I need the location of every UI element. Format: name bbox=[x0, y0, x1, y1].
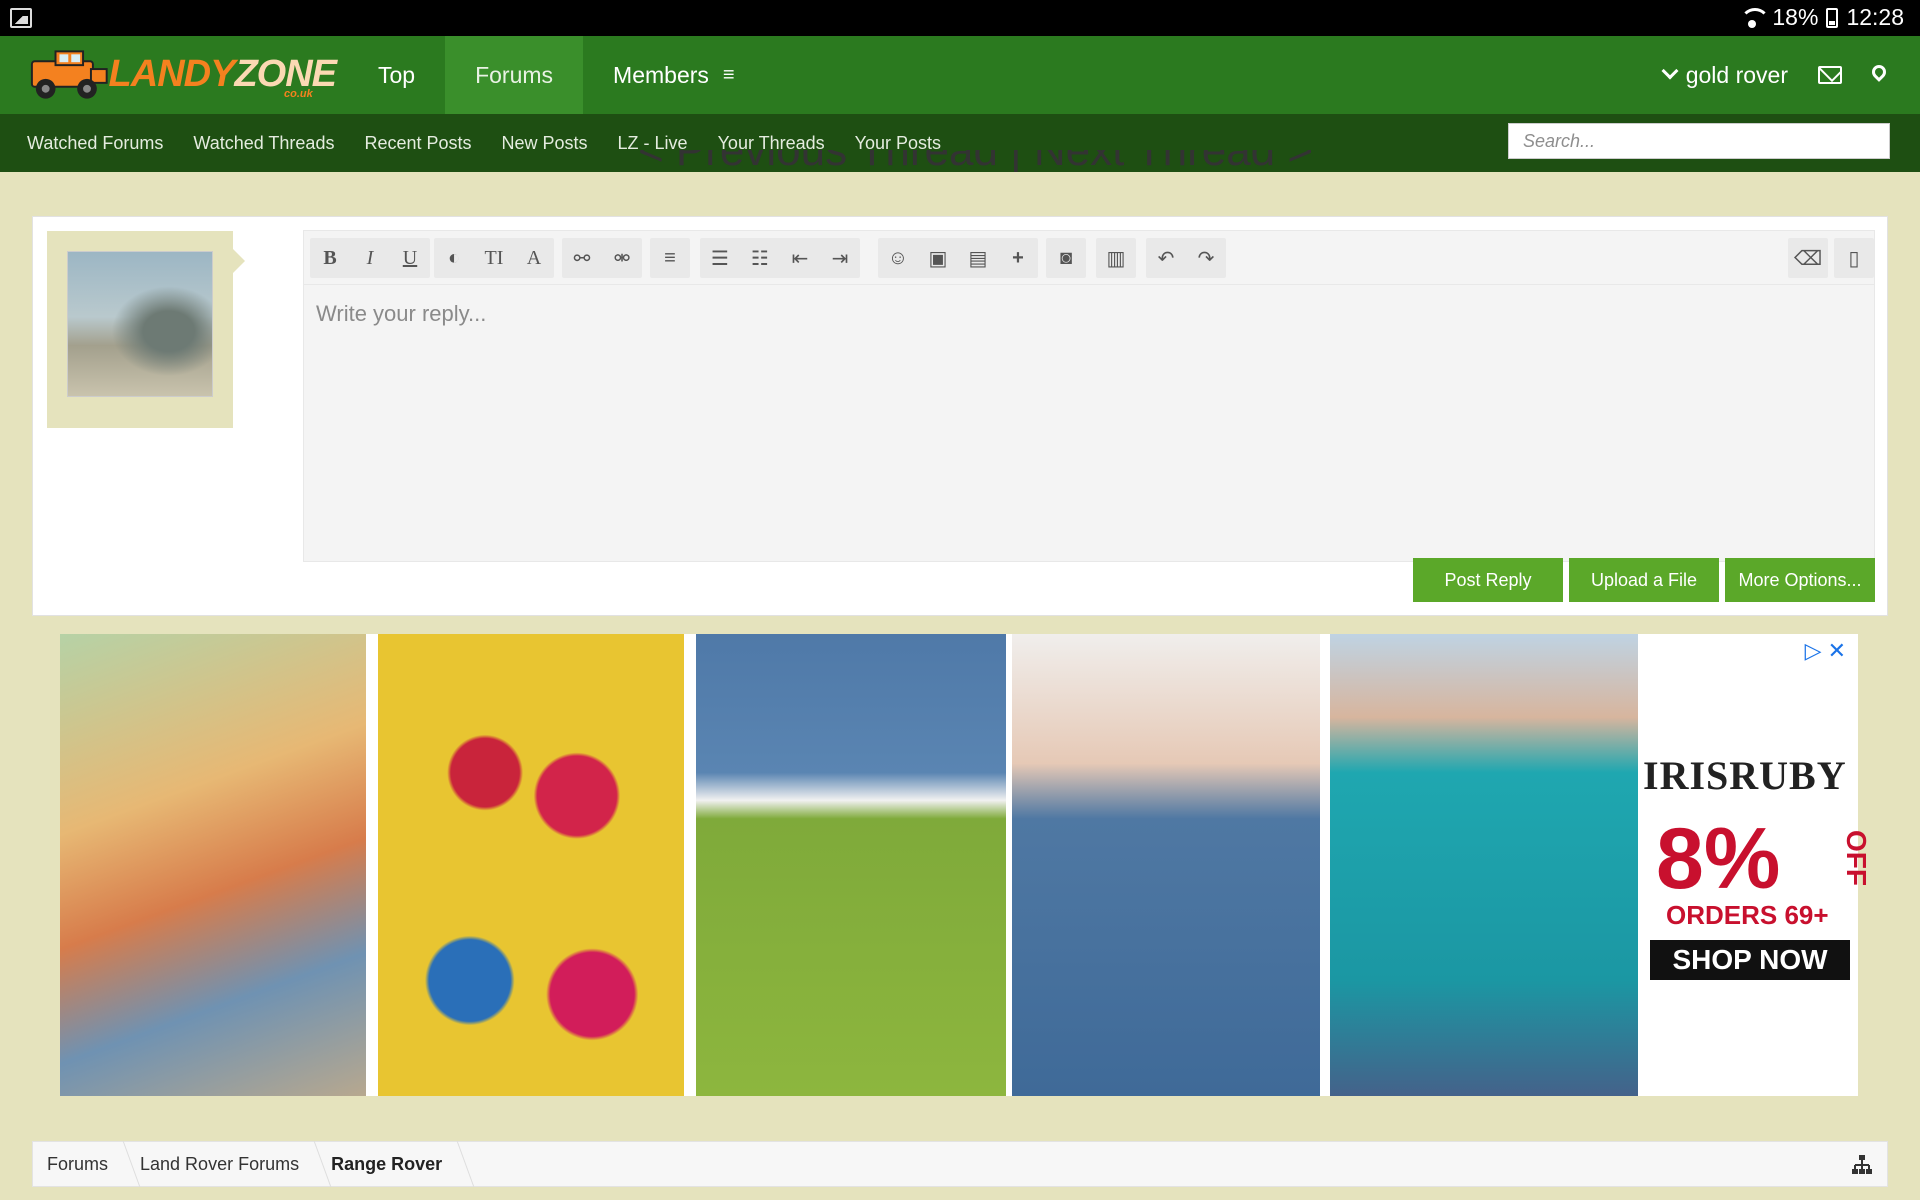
logo-domain: co.uk bbox=[284, 88, 313, 100]
outdent-icon[interactable]: ⇤ bbox=[780, 238, 820, 278]
insert-icon[interactable]: + bbox=[998, 238, 1038, 278]
upload-file-button[interactable]: Upload a File bbox=[1569, 558, 1719, 602]
user-area: gold rover bbox=[1661, 36, 1889, 114]
toolbar-group-history: ↶ ↷ bbox=[1146, 238, 1226, 278]
editor-toolbar: B I U ◐ TI A ⚯ ⚮ ≡ ☰ ☷ ⇤ ⇥ ☺ ▣ ▤ + ◙ ▥ ↶… bbox=[304, 231, 1874, 285]
ad-condition: ORDERS 69+ bbox=[1666, 900, 1829, 930]
bold-icon[interactable]: B bbox=[310, 238, 350, 278]
ad-off-label: OFF bbox=[1841, 830, 1872, 886]
site-logo[interactable]: LANDYZONE co.uk bbox=[26, 38, 337, 110]
indent-icon[interactable]: ⇥ bbox=[820, 238, 860, 278]
breadcrumb-forums[interactable]: Forums bbox=[33, 1141, 126, 1187]
tab-top[interactable]: Top bbox=[348, 36, 445, 114]
more-options-button[interactable]: More Options... bbox=[1725, 558, 1875, 602]
toolbar-group-insert: ☺ ▣ ▤ + bbox=[878, 238, 1038, 278]
reply-editor: B I U ◐ TI A ⚯ ⚮ ≡ ☰ ☷ ⇤ ⇥ ☺ ▣ ▤ + ◙ ▥ ↶… bbox=[303, 230, 1875, 562]
ad-product-gloves[interactable] bbox=[1012, 634, 1320, 1096]
breadcrumb-land-rover-forums[interactable]: Land Rover Forums bbox=[126, 1141, 317, 1187]
close-ad-icon[interactable]: ✕ bbox=[1828, 638, 1846, 664]
tab-members[interactable]: Members ≡ bbox=[583, 36, 765, 114]
toolbar-group-photo: ◙ bbox=[1046, 238, 1086, 278]
save-draft-icon[interactable]: ▥ bbox=[1096, 238, 1136, 278]
ad-discount: 8% bbox=[1656, 811, 1781, 907]
remove-format-icon[interactable]: ⌫ bbox=[1788, 238, 1828, 278]
tab-forums[interactable]: Forums bbox=[445, 36, 584, 114]
breadcrumb-range-rover[interactable]: Range Rover bbox=[317, 1141, 460, 1187]
account-menu[interactable]: gold rover bbox=[1661, 61, 1788, 89]
wifi-icon bbox=[1740, 7, 1771, 28]
toolbar-group-font: ◐ TI A bbox=[434, 238, 554, 278]
reply-textarea[interactable]: Write your reply... bbox=[316, 301, 486, 327]
undo-icon[interactable]: ↶ bbox=[1146, 238, 1186, 278]
ad-product-sweater-painted[interactable] bbox=[60, 634, 366, 1096]
avatar[interactable] bbox=[67, 251, 213, 397]
toolbar-group-link: ⚯ ⚮ bbox=[562, 238, 642, 278]
toolbar-group-format: ⌫ bbox=[1788, 238, 1828, 278]
smilie-icon[interactable]: ☺ bbox=[878, 238, 918, 278]
source-icon[interactable]: ▯ bbox=[1834, 238, 1874, 278]
font-family-icon[interactable]: A bbox=[514, 238, 554, 278]
redo-icon[interactable]: ↷ bbox=[1186, 238, 1226, 278]
post-reply-button[interactable]: Post Reply bbox=[1413, 558, 1563, 602]
site-header: LANDYZONE co.uk Top Forums Members ≡ gol… bbox=[0, 36, 1920, 114]
thread-navigation: < Previous Thread | Next Thread > bbox=[0, 150, 1920, 172]
advertisement[interactable]: ▷ ✕ IRISRUBY 8% OFF ORDERS 69+ SHOP NOW bbox=[60, 634, 1872, 1096]
breadcrumb: Forums Land Rover Forums Range Rover bbox=[32, 1141, 1888, 1187]
sitemap-icon[interactable] bbox=[1851, 1154, 1873, 1176]
location-pin-icon[interactable] bbox=[1869, 62, 1889, 82]
photo-icon[interactable]: ◙ bbox=[1046, 238, 1086, 278]
status-bar: 18% 12:28 bbox=[0, 0, 1920, 36]
chevron-down-icon bbox=[1661, 62, 1679, 80]
align-icon[interactable]: ≡ bbox=[650, 238, 690, 278]
avatar-frame bbox=[47, 231, 245, 428]
quick-reply-panel: B I U ◐ TI A ⚯ ⚮ ≡ ☰ ☷ ⇤ ⇥ ☺ ▣ ▤ + ◙ ▥ ↶… bbox=[32, 216, 1888, 616]
ad-brand: IRISRUBY bbox=[1643, 753, 1847, 798]
clock: 12:28 bbox=[1846, 4, 1904, 30]
link-icon[interactable]: ⚯ bbox=[562, 238, 602, 278]
land-rover-logo-icon bbox=[30, 50, 108, 99]
ad-controls: ▷ ✕ bbox=[1805, 638, 1846, 664]
toolbar-group-draft: ▥ bbox=[1096, 238, 1136, 278]
inbox-icon[interactable] bbox=[1818, 66, 1842, 84]
username: gold rover bbox=[1685, 61, 1788, 88]
bullet-list-icon[interactable]: ☰ bbox=[700, 238, 740, 278]
ad-shop-now-button[interactable]: SHOP NOW bbox=[1650, 940, 1850, 980]
underline-icon[interactable]: U bbox=[390, 238, 430, 278]
ad-product-teal-sweater[interactable] bbox=[1330, 634, 1638, 1096]
menu-icon: ≡ bbox=[722, 63, 735, 86]
toolbar-group-list: ☰ ☷ ⇤ ⇥ bbox=[700, 238, 860, 278]
toolbar-group-align: ≡ bbox=[650, 238, 690, 278]
color-icon[interactable]: ◐ bbox=[434, 238, 474, 278]
ad-product-socks[interactable] bbox=[696, 634, 1006, 1096]
battery-percent: 18% bbox=[1772, 4, 1819, 30]
status-bar-right: 18% 12:28 bbox=[1740, 4, 1904, 31]
unlink-icon[interactable]: ⚮ bbox=[602, 238, 642, 278]
toolbar-group-text: B I U bbox=[310, 238, 430, 278]
media-icon[interactable]: ▤ bbox=[958, 238, 998, 278]
italic-icon[interactable]: I bbox=[350, 238, 390, 278]
numbered-list-icon[interactable]: ☷ bbox=[740, 238, 780, 278]
battery-icon bbox=[1826, 7, 1839, 28]
font-size-icon[interactable]: TI bbox=[474, 238, 514, 278]
ad-product-cardigan-dogs[interactable] bbox=[378, 634, 684, 1096]
toolbar-group-source: ▯ bbox=[1834, 238, 1874, 278]
main-nav: Top Forums Members ≡ bbox=[348, 36, 765, 114]
gallery-icon bbox=[10, 8, 32, 28]
image-icon[interactable]: ▣ bbox=[918, 238, 958, 278]
adchoices-icon[interactable]: ▷ bbox=[1805, 638, 1822, 664]
prev-next-thread-links[interactable]: < Previous Thread | Next Thread > bbox=[638, 150, 1313, 172]
